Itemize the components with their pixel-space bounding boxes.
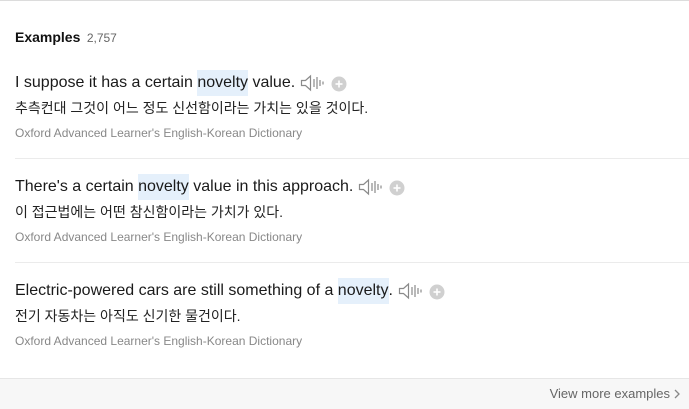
plus-icon[interactable] [389,179,405,196]
view-more-examples-link[interactable]: View more examples [550,386,681,401]
sentence-text: I suppose it has a certain [15,74,198,91]
examples-title: Examples [15,29,81,45]
example-sentence: Electric-powered cars are still somethin… [15,278,445,304]
examples-footer: View more examples [0,378,689,409]
speaker-icon[interactable] [358,178,383,196]
sentence-text: Electric-powered cars are still somethin… [15,282,338,299]
chevron-right-icon [673,388,681,400]
example-source: Oxford Advanced Learner's English-Korean… [15,334,303,348]
divider [15,262,689,263]
highlighted-keyword[interactable]: novelty [138,174,189,200]
example-translation: 전기 자동차는 아직도 신기한 물건이다. [15,308,241,324]
highlighted-keyword[interactable]: novelty [197,70,249,96]
examples-header: Examples 2,757 [15,29,117,47]
speaker-icon[interactable] [398,282,423,300]
example-translation: 추측컨대 그것이 어느 정도 신선함이라는 가치는 있을 것이다. [15,100,369,116]
sentence-text: value. [248,74,296,91]
example-source: Oxford Advanced Learner's English-Korean… [15,126,303,140]
plus-icon[interactable] [331,75,347,92]
example-sentence: There's a certain novelty value in this … [15,174,405,200]
example-source: Oxford Advanced Learner's English-Korean… [15,230,303,244]
top-border [0,0,689,1]
speaker-icon[interactable] [300,74,325,92]
sentence-text: value in this approach. [188,178,354,195]
sentence-text: . [388,282,393,299]
view-more-label: View more examples [549,386,670,401]
highlighted-keyword[interactable]: novelty [337,278,389,304]
examples-count: 2,757 [86,31,117,45]
example-translation: 이 접근법에는 어떤 참신함이라는 가치가 있다. [15,204,284,220]
sentence-text: There's a certain [15,178,139,195]
divider [15,158,689,159]
plus-icon[interactable] [429,283,445,300]
example-sentence: I suppose it has a certain novelty value… [15,70,347,96]
